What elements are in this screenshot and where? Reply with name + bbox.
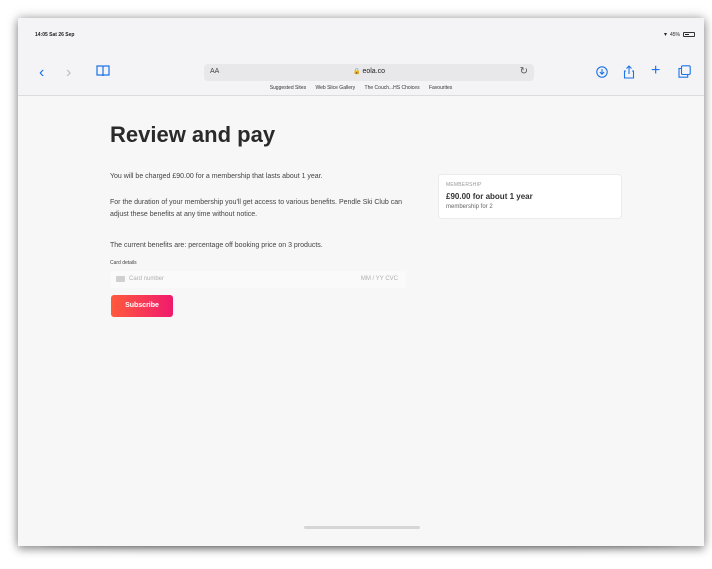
wifi-icon: ▾ <box>663 32 667 38</box>
address-bar[interactable]: AA 🔒 eola.co ↻ <box>204 64 534 81</box>
home-indicator <box>304 526 420 529</box>
card-details-label: Card details <box>110 260 137 266</box>
browser-toolbar: ‹ › AA 🔒 eola.co ↻ + Suggested Sites Web … <box>18 38 704 96</box>
favourite-link[interactable]: Suggested Sites <box>270 85 306 91</box>
charge-text: You will be charged £90.00 for a members… <box>110 173 323 180</box>
credit-card-icon <box>116 276 125 282</box>
download-icon[interactable] <box>596 66 608 80</box>
membership-price: £90.00 for about 1 year <box>446 192 533 201</box>
subscribe-button[interactable]: Subscribe <box>111 295 173 317</box>
benefits-text: For the duration of your membership you'… <box>110 199 402 218</box>
status-bar: 14:05 Sat 26 Sep ▾ 45% <box>18 18 704 38</box>
page-title: Review and pay <box>110 122 276 147</box>
battery-percent: 45% <box>669 31 680 38</box>
chevron-right-icon[interactable]: › <box>66 65 71 81</box>
status-indicators: ▾ 45% <box>664 31 695 38</box>
favourite-link[interactable]: The Couch...HS Choices <box>365 85 420 91</box>
plus-icon[interactable]: + <box>651 63 660 79</box>
membership-label: MEMBERSHIP <box>446 182 482 188</box>
card-expiry-cvc-placeholder[interactable]: MM / YY CVC <box>361 276 398 282</box>
membership-summary-card: MEMBERSHIP £90.00 for about 1 year membe… <box>438 174 622 219</box>
page-content: Review and pay You will be charged £90.0… <box>18 96 704 546</box>
favourite-link[interactable]: Web Slice Gallery <box>316 85 356 91</box>
card-number-placeholder: Card number <box>129 276 165 282</box>
share-icon[interactable] <box>623 65 635 81</box>
url-text: eola.co <box>362 68 386 75</box>
card-number-field[interactable]: Card number MM / YY CVC <box>110 271 406 288</box>
lock-icon: 🔒 <box>352 69 361 75</box>
battery-icon <box>683 32 695 37</box>
reload-icon[interactable]: ↻ <box>520 66 528 77</box>
tablet-screen: 14:05 Sat 26 Sep ▾ 45% ‹ › AA 🔒 eola.co ↻… <box>18 18 704 546</box>
url-field[interactable]: 🔒 eola.co <box>204 68 534 75</box>
tabs-icon[interactable] <box>678 65 691 80</box>
current-benefits-text: The current benefits are: percentage off… <box>110 242 323 249</box>
favourites-bar: Suggested Sites Web Slice Gallery The Co… <box>18 85 704 91</box>
book-icon[interactable] <box>96 65 110 79</box>
membership-subtitle: membership for 2 <box>446 204 493 210</box>
chevron-left-icon[interactable]: ‹ <box>39 65 44 81</box>
favourite-link[interactable]: Favourites <box>429 85 452 91</box>
